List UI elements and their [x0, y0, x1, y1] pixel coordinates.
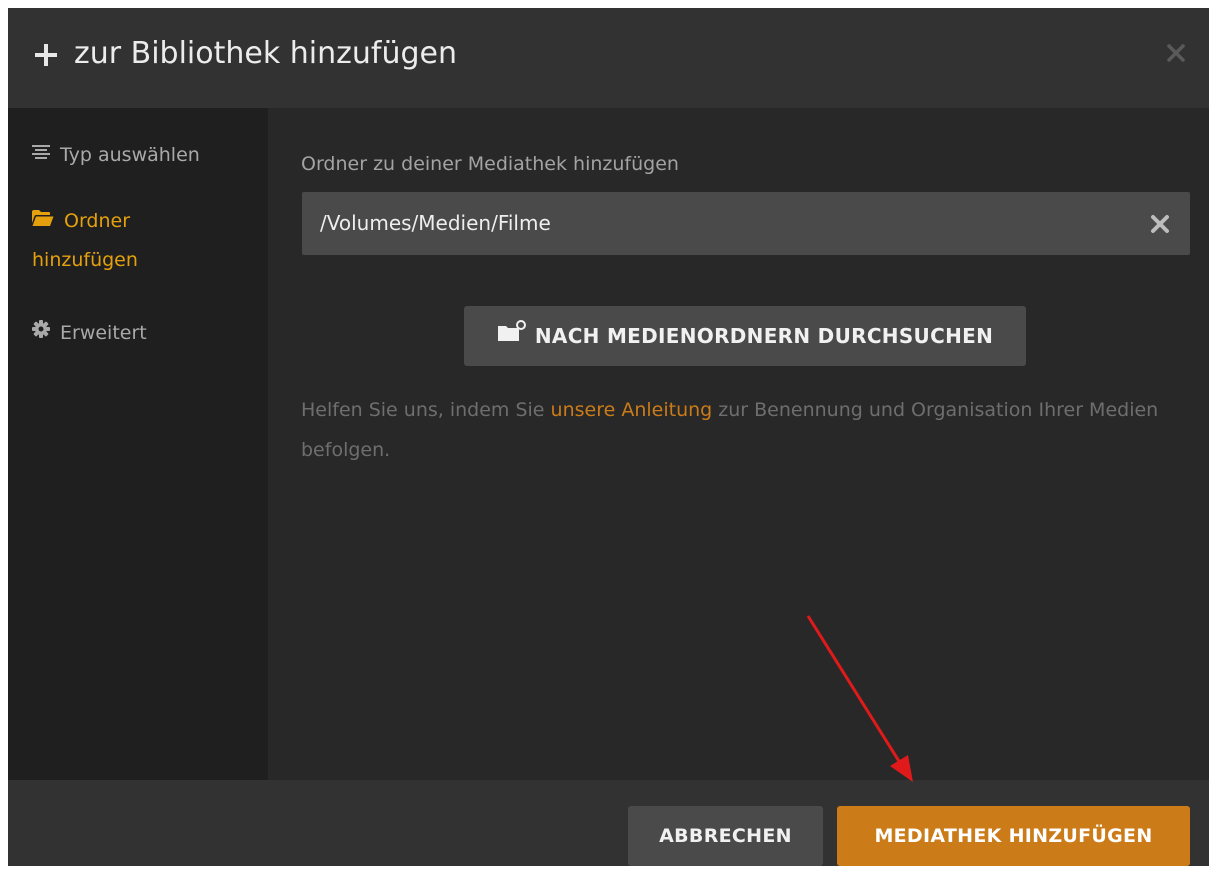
folder-path-input[interactable] [302, 192, 1190, 255]
folder-field-label: Ordner zu deiner Mediathek hinzufügen [301, 153, 679, 175]
close-icon[interactable] [1164, 41, 1188, 65]
add-library-dialog: zur Bibliothek hinzufügen Typ auswählen [8, 8, 1209, 866]
guide-link[interactable]: unsere Anleitung [551, 399, 713, 421]
sidebar-item-add-folder[interactable]: Ordner hinzufügen [32, 202, 138, 279]
folder-open-icon [32, 201, 54, 239]
sidebar-item-label: Ordner [64, 210, 131, 232]
sidebar-item-label: Erweitert [60, 322, 147, 344]
main-panel: Ordner zu deiner Mediathek hinzufügen NA… [268, 108, 1209, 780]
clear-path-icon[interactable] [1149, 213, 1171, 235]
sidebar-item-advanced[interactable]: Erweitert [32, 314, 147, 353]
plus-icon [35, 44, 57, 66]
folder-add-icon [497, 305, 527, 365]
browse-folders-label: NACH MEDIENORDNERN DURCHSUCHEN [534, 324, 994, 348]
dialog-header: zur Bibliothek hinzufügen [8, 8, 1209, 108]
cancel-button[interactable]: ABBRECHEN [628, 806, 823, 866]
dialog-title: zur Bibliothek hinzufügen [74, 36, 457, 71]
help-text: Helfen Sie uns, indem Sie unsere Anleitu… [301, 390, 1181, 470]
add-library-button[interactable]: MEDIATHEK HINZUFÜGEN [837, 806, 1190, 866]
sidebar-item-label-line2: hinzufügen [32, 248, 138, 271]
gear-icon [32, 313, 50, 351]
browse-folders-button[interactable]: NACH MEDIENORDNERN DURCHSUCHEN [464, 306, 1026, 366]
dialog-footer: ABBRECHEN MEDIATHEK HINZUFÜGEN [8, 780, 1209, 866]
help-text-before: Helfen Sie uns, indem Sie [301, 399, 551, 421]
sidebar-item-type[interactable]: Typ auswählen [32, 136, 200, 175]
list-icon [32, 135, 50, 173]
sidebar: Typ auswählen Ordner hinzufügen Erweiter… [8, 108, 268, 780]
sidebar-item-label: Typ auswählen [60, 144, 200, 166]
